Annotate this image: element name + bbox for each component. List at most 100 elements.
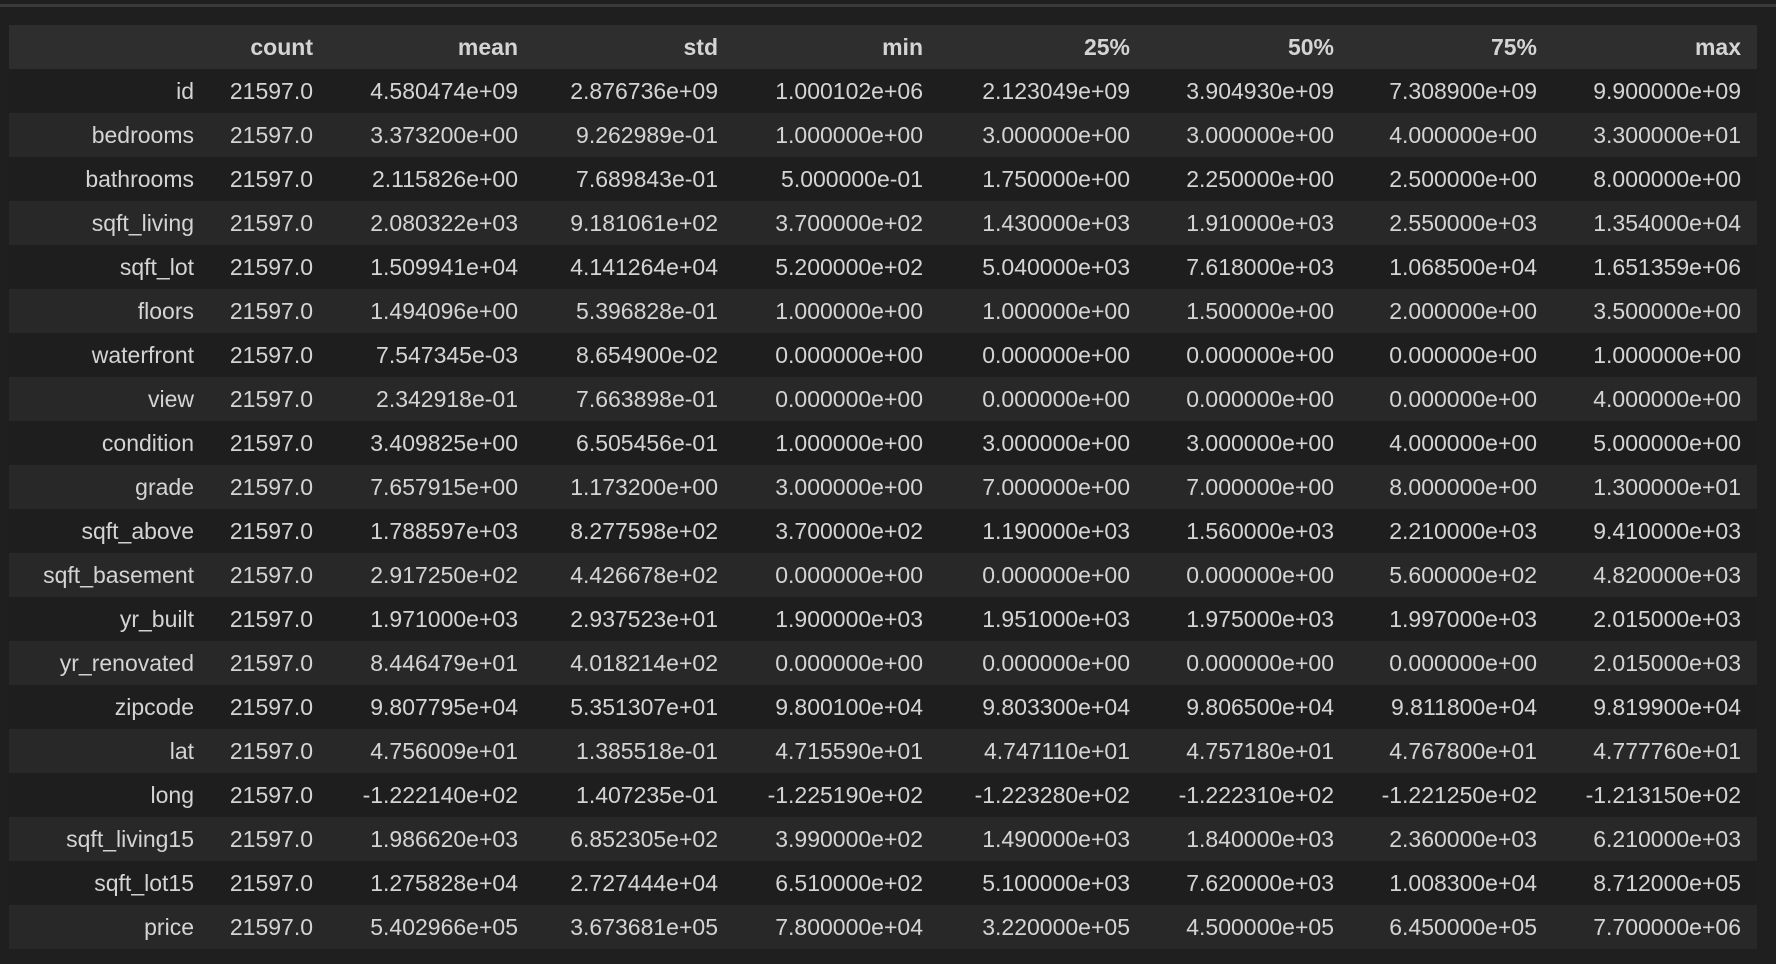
table-cell: 2.360000e+03 — [1389, 825, 1537, 852]
table-cell: 6.450000e+05 — [1389, 913, 1537, 940]
table-cell: 2.210000e+03 — [1389, 517, 1537, 544]
row-label: yr_renovated — [59, 649, 194, 676]
table-cell: 2.015000e+03 — [1593, 649, 1741, 676]
table-cell: 2.000000e+00 — [1389, 297, 1537, 324]
table-cell: 0.000000e+00 — [775, 385, 923, 412]
table-cell: 1.500000e+00 — [1186, 297, 1334, 324]
table-cell: 4.756009e+01 — [370, 737, 518, 764]
table-cell: 3.000000e+00 — [1186, 429, 1334, 456]
table-cell: 9.410000e+03 — [1593, 517, 1741, 544]
table-cell: 7.663898e-01 — [576, 385, 718, 412]
row-label: sqft_living — [91, 209, 194, 236]
table-cell: 9.807795e+04 — [370, 693, 518, 720]
table-cell: 1.385518e-01 — [576, 737, 718, 764]
table-cell: 21597.0 — [229, 473, 313, 500]
table-cell: 2.250000e+00 — [1186, 165, 1334, 192]
table-cell: 2.876736e+09 — [570, 77, 718, 104]
table-cell: 5.040000e+03 — [982, 253, 1130, 280]
table-cell: 7.308900e+09 — [1389, 77, 1537, 104]
column-header: min — [882, 33, 923, 60]
table-cell: 1.407235e-01 — [576, 781, 718, 808]
row-label: zipcode — [114, 693, 194, 720]
table-cell: 1.651359e+06 — [1593, 253, 1741, 280]
table-cell: 1.494096e+00 — [370, 297, 518, 324]
table-cell: 9.819900e+04 — [1593, 693, 1741, 720]
row-label: sqft_above — [81, 517, 194, 544]
table-cell: 3.000000e+00 — [775, 473, 923, 500]
table-row: sqft_lot15 21597.0 1.275828e+04 2.727444e+0… — [9, 861, 1757, 905]
table-cell: 9.900000e+09 — [1593, 77, 1741, 104]
table-cell: 6.510000e+02 — [775, 869, 923, 896]
table-row: view 21597.0 2.342918e-01 7.663898e-01 0.000… — [9, 377, 1757, 421]
table-cell: 3.904930e+09 — [1186, 77, 1334, 104]
table-cell: 5.000000e+00 — [1593, 429, 1741, 456]
index-header — [9, 25, 194, 69]
table-cell: 4.757180e+01 — [1186, 737, 1334, 764]
table-cell: 1.900000e+03 — [775, 605, 923, 632]
table-row: sqft_living15 21597.0 1.986620e+03 6.852305… — [9, 817, 1757, 861]
table-cell: 1.068500e+04 — [1389, 253, 1537, 280]
table-cell: 8.000000e+00 — [1389, 473, 1537, 500]
table-row: sqft_living 21597.0 2.080322e+03 9.181061e+… — [9, 201, 1757, 245]
table-cell: 7.547345e-03 — [376, 341, 518, 368]
row-label: bathrooms — [85, 165, 194, 192]
table-row: zipcode 21597.0 9.807795e+04 5.351307e+01 9.… — [9, 685, 1757, 729]
table-cell: 0.000000e+00 — [775, 341, 923, 368]
table-cell: 7.657915e+00 — [370, 473, 518, 500]
table-cell: 0.000000e+00 — [982, 341, 1130, 368]
table-row: sqft_basement 21597.0 2.917250e+02 4.426678… — [9, 553, 1757, 597]
table-cell: 21597.0 — [229, 517, 313, 544]
table-cell: 1.560000e+03 — [1186, 517, 1334, 544]
table-cell: 2.937523e+01 — [570, 605, 718, 632]
cell-divider — [0, 4, 1776, 7]
table-cell: 1.975000e+03 — [1186, 605, 1334, 632]
table-cell: 8.277598e+02 — [570, 517, 718, 544]
table-cell: 3.220000e+05 — [982, 913, 1130, 940]
table-cell: 1.910000e+03 — [1186, 209, 1334, 236]
row-label: sqft_basement — [43, 561, 194, 588]
table-cell: 1.000000e+00 — [982, 297, 1130, 324]
table-cell: 7.000000e+00 — [1186, 473, 1334, 500]
table-cell: 0.000000e+00 — [1186, 649, 1334, 676]
table-cell: 7.700000e+06 — [1593, 913, 1741, 940]
column-header: max — [1694, 33, 1741, 60]
table-cell: 1.986620e+03 — [370, 825, 518, 852]
table-cell: -1.223280e+02 — [974, 781, 1130, 808]
table-cell: 1.788597e+03 — [370, 517, 518, 544]
table-cell: 3.990000e+02 — [775, 825, 923, 852]
table-cell: 1.971000e+03 — [370, 605, 518, 632]
table-cell: 0.000000e+00 — [1389, 341, 1537, 368]
table-cell: 9.262989e-01 — [576, 121, 718, 148]
table-cell: 0.000000e+00 — [1389, 649, 1537, 676]
table-cell: 2.123049e+09 — [982, 77, 1130, 104]
table-cell: -1.213150e+02 — [1585, 781, 1741, 808]
table-cell: 21597.0 — [229, 825, 313, 852]
table-cell: 5.100000e+03 — [982, 869, 1130, 896]
table-cell: -1.225190e+02 — [767, 781, 923, 808]
row-label: bedrooms — [91, 121, 194, 148]
table-cell: 0.000000e+00 — [775, 561, 923, 588]
table-cell: 1.000000e+00 — [1593, 341, 1741, 368]
column-header: 50% — [1287, 33, 1334, 60]
table-cell: 21597.0 — [229, 121, 313, 148]
column-header: count — [250, 33, 313, 60]
table-cell: 1.490000e+03 — [982, 825, 1130, 852]
table-cell: 8.654900e-02 — [576, 341, 718, 368]
table-cell: 21597.0 — [229, 341, 313, 368]
table-row: sqft_above 21597.0 1.788597e+03 8.277598e+0… — [9, 509, 1757, 553]
table-cell: 1.951000e+03 — [982, 605, 1130, 632]
table-cell: 4.018214e+02 — [570, 649, 718, 676]
table-cell: 7.620000e+03 — [1186, 869, 1334, 896]
table-cell: 0.000000e+00 — [1186, 341, 1334, 368]
table-cell: 21597.0 — [229, 385, 313, 412]
table-cell: 21597.0 — [229, 253, 313, 280]
row-label: sqft_living15 — [66, 825, 194, 852]
table-row: bathrooms 21597.0 2.115826e+00 7.689843e-01… — [9, 157, 1757, 201]
table-cell: 8.446479e+01 — [370, 649, 518, 676]
table-cell: 2.342918e-01 — [376, 385, 518, 412]
table-cell: 2.015000e+03 — [1593, 605, 1741, 632]
table-cell: 21597.0 — [229, 297, 313, 324]
row-label: grade — [135, 473, 194, 500]
table-row: grade 21597.0 7.657915e+00 1.173200e+00 3.00… — [9, 465, 1757, 509]
table-body: id 21597.0 4.580474e+09 2.876736e+09 1.00010… — [9, 69, 1757, 949]
